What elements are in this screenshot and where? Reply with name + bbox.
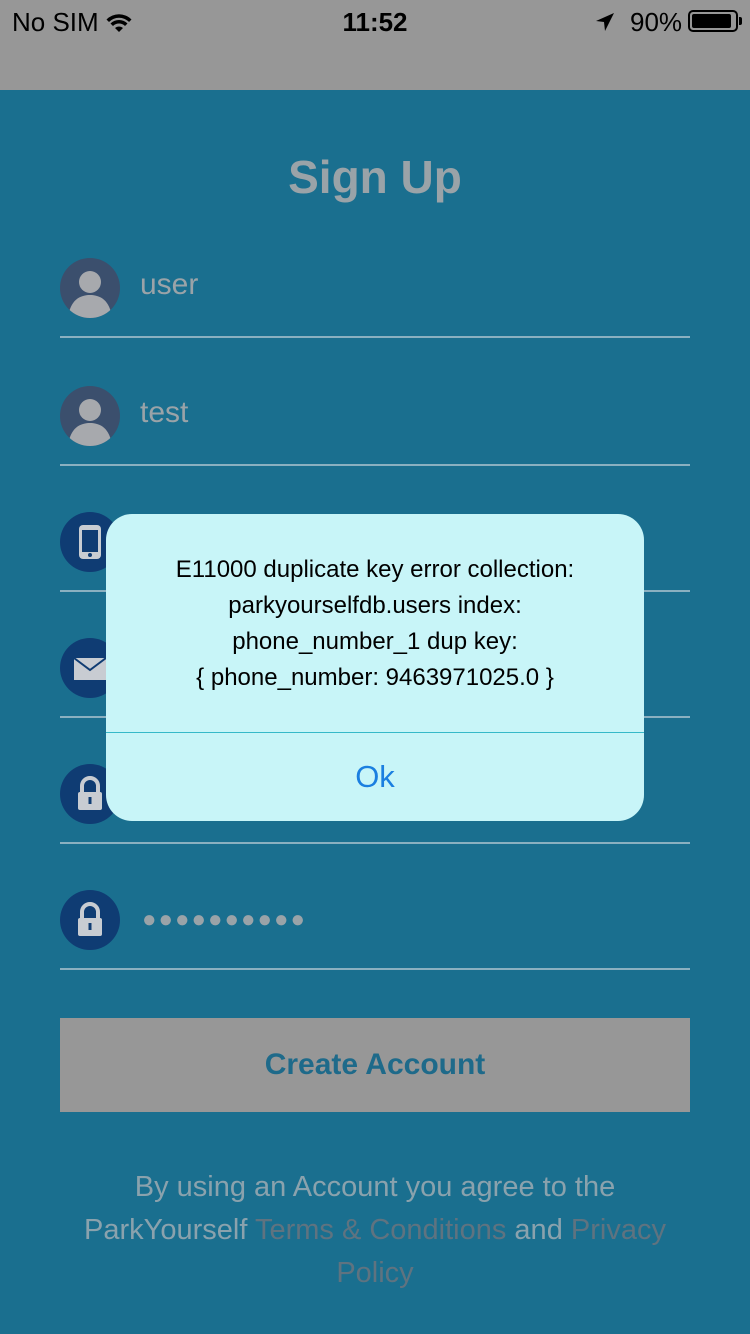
alert-message: E11000 duplicate key error collection: p… [106,552,644,696]
ok-button[interactable]: Ok [106,733,644,821]
alert-message-line: parkyourselfdb.users index: [228,592,522,619]
alert-message-line: phone_number_1 dup key: [232,628,518,655]
alert-message-line: { phone_number: 9463971025.0 } [196,664,554,691]
alert-message-line: E11000 duplicate key error collection: [175,556,575,583]
error-alert-dialog: E11000 duplicate key error collection: p… [106,514,644,821]
